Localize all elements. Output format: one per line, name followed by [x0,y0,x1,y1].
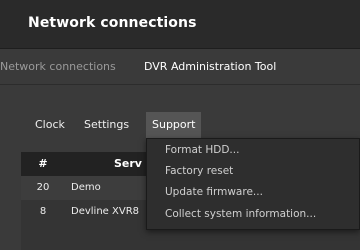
menu-item-collect-system-info[interactable]: Collect system information... [165,204,316,224]
row-server-name: Devline XVR8 [71,206,139,217]
support-dropdown-menu: Format HDD... Factory reset Update firmw… [146,138,360,230]
title-bar: Network connections [0,0,360,49]
menubar: Clock Settings Support [0,112,360,138]
breadcrumb-dvr-admin-tool[interactable]: DVR Administration Tool [144,60,276,73]
breadcrumb: Network connections DVR Administration T… [0,49,360,85]
column-header-server[interactable]: Serv [114,152,142,176]
menu-item-factory-reset[interactable]: Factory reset [165,161,233,181]
menu-settings[interactable]: Settings [80,112,133,138]
menu-support[interactable]: Support [146,112,202,138]
menu-item-format-hdd[interactable]: Format HDD... [165,140,239,160]
window-title: Network connections [28,15,197,31]
row-server-name: Demo [71,182,101,193]
column-header-number[interactable]: # [21,152,65,176]
menu-clock[interactable]: Clock [31,112,69,138]
breadcrumb-network-connections[interactable]: Network connections [0,60,116,73]
row-number: 20 [36,182,50,193]
menu-item-update-firmware[interactable]: Update firmware... [165,182,263,202]
row-number: 8 [39,206,47,217]
